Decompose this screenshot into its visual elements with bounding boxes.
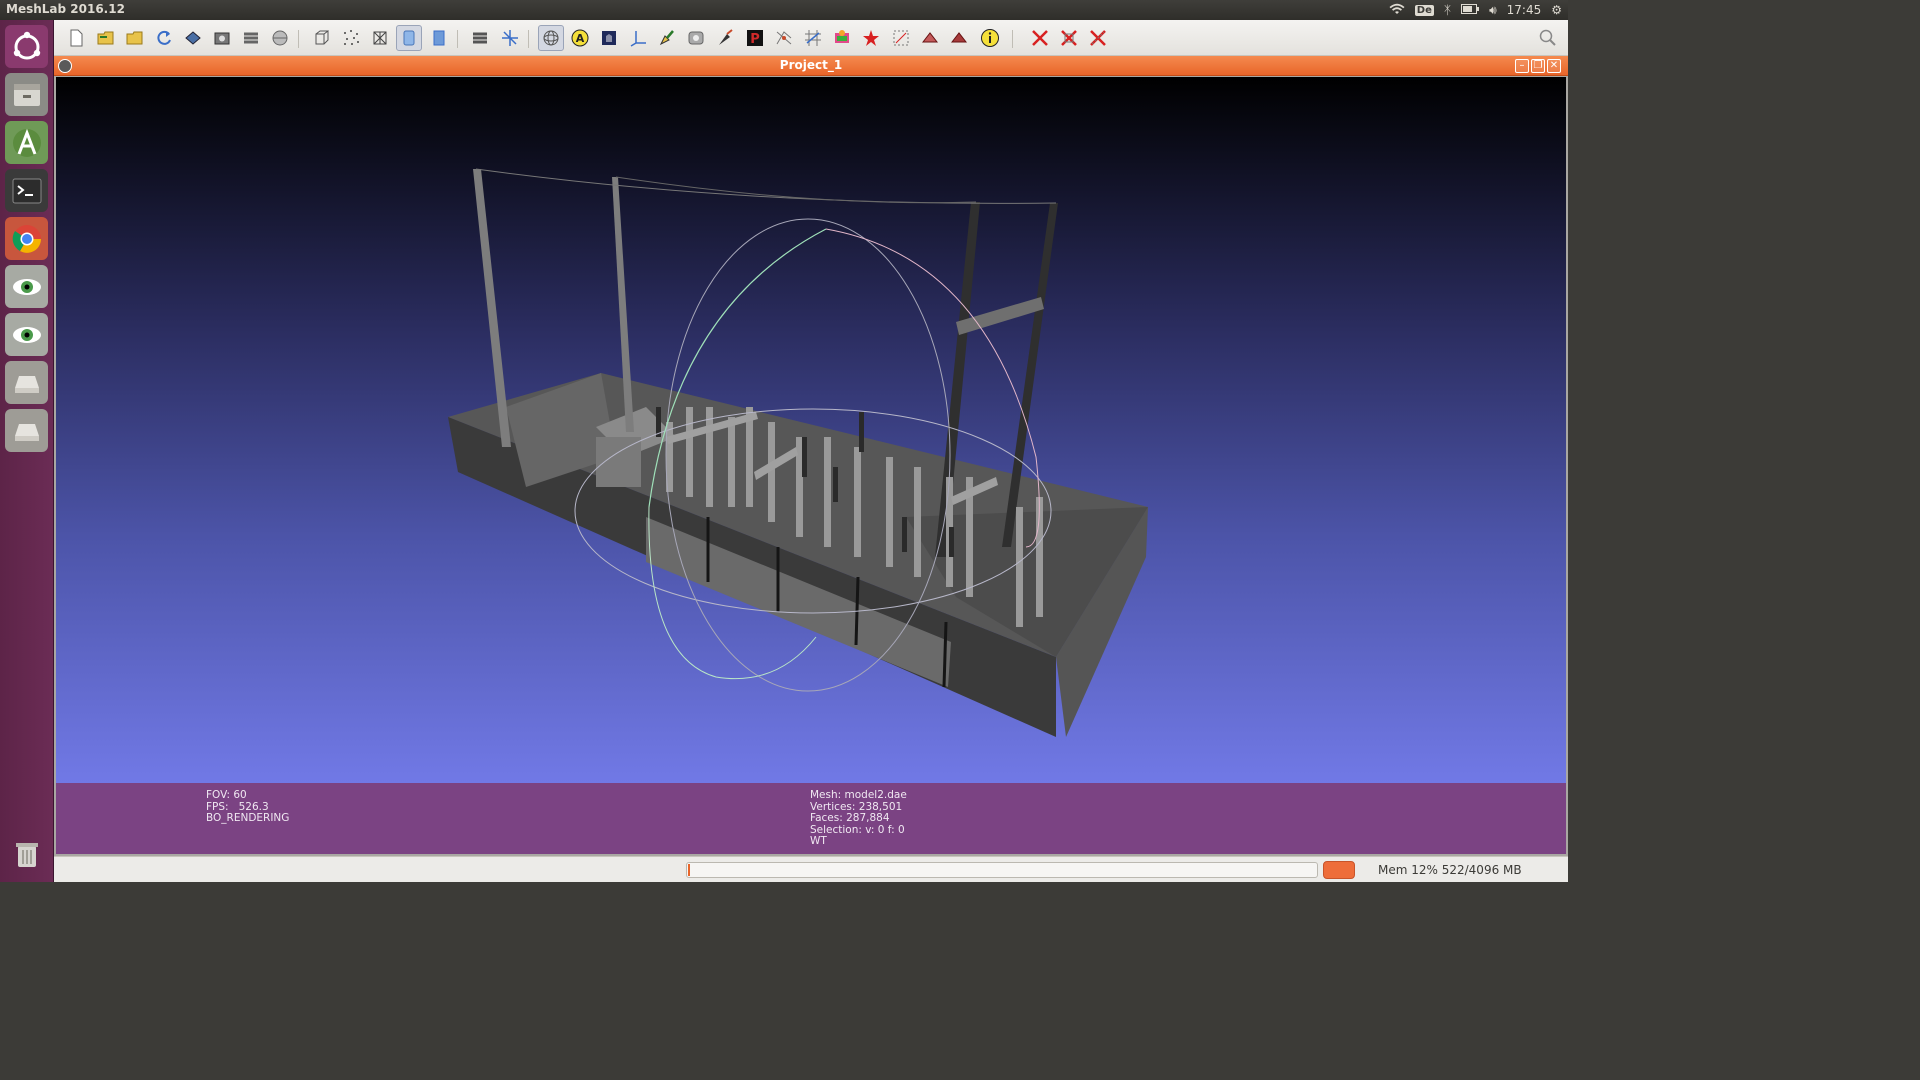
brush-icon[interactable] — [683, 25, 709, 51]
axes-icon[interactable] — [497, 25, 523, 51]
close-icon[interactable]: ✕ — [1547, 59, 1561, 73]
minimize-icon[interactable]: – — [1515, 59, 1529, 73]
render-info: FOV: 60 FPS: 526.3 BO_RENDERING — [206, 789, 290, 825]
smooth-icon[interactable] — [396, 25, 422, 51]
status-bar: Mem 12% 522/4096 MB — [54, 856, 1568, 882]
mesh-render — [448, 168, 1148, 737]
decorations-icon[interactable] — [467, 25, 493, 51]
trackball-icon[interactable] — [538, 25, 564, 51]
bounding-box-icon[interactable] — [309, 25, 335, 51]
volume-icon[interactable]: 🔊︎ — [1489, 3, 1497, 18]
layers-icon[interactable] — [238, 25, 264, 51]
android-studio-icon[interactable] — [5, 121, 48, 164]
3d-viewport[interactable] — [56, 77, 1566, 783]
new-project-icon[interactable] — [63, 25, 89, 51]
top-panel: MeshLab 2016.12 De ᛡ 🔊︎ 17:45 ⚙ — [0, 0, 1568, 20]
bluetooth-icon[interactable]: ᛡ — [1444, 3, 1451, 17]
clock[interactable]: 17:45 — [1507, 3, 1542, 17]
wireframe-icon[interactable] — [367, 25, 393, 51]
delete-faces-icon[interactable] — [1056, 25, 1082, 51]
delete-selection-icon[interactable] — [1085, 25, 1111, 51]
search-icon[interactable] — [1535, 25, 1561, 51]
drive-icon[interactable] — [5, 409, 48, 452]
render-flags: WT — [810, 835, 827, 847]
delete-vertices-icon[interactable] — [1027, 25, 1053, 51]
keyboard-layout-indicator[interactable]: De — [1414, 4, 1434, 16]
normals-icon[interactable] — [625, 25, 651, 51]
quality-icon[interactable] — [596, 25, 622, 51]
project-window-title: Project_1 — [779, 58, 843, 72]
select-faces-icon[interactable] — [888, 25, 914, 51]
files-icon[interactable] — [5, 73, 48, 116]
svg-text:P: P — [750, 32, 760, 47]
main-toolbar: A P — [54, 20, 1568, 56]
settings-gear-icon[interactable]: ⚙ — [1551, 3, 1562, 17]
svg-text:A: A — [576, 32, 585, 45]
system-tray: De ᛡ 🔊︎ 17:45 ⚙ — [1389, 0, 1568, 20]
align-icon[interactable]: P — [742, 25, 768, 51]
save-snapshot-icon[interactable] — [180, 25, 206, 51]
color-icon[interactable] — [800, 25, 826, 51]
memory-usage-text: Mem 12% 522/4096 MB — [1378, 863, 1522, 877]
face-count: Faces: 287,884 — [810, 812, 890, 824]
points-icon[interactable] — [338, 25, 364, 51]
open-project-icon[interactable] — [93, 25, 119, 51]
wifi-icon[interactable] — [1389, 3, 1405, 18]
georef-icon[interactable] — [829, 25, 855, 51]
progress-fill — [688, 864, 690, 876]
render-mode-readout: BO_RENDERING — [206, 812, 290, 824]
project-window-titlebar[interactable]: Project_1 – ❐ ✕ — [54, 56, 1568, 76]
memory-usage-bar — [1323, 861, 1355, 879]
mesh-info: Mesh: model2.dae Vertices: 238,501 Faces… — [810, 789, 907, 848]
drive-icon[interactable] — [5, 361, 48, 404]
eye-of-gnome-icon[interactable] — [5, 313, 48, 356]
terminal-icon[interactable] — [5, 169, 48, 212]
lights-icon[interactable] — [267, 25, 293, 51]
app-title: MeshLab 2016.12 — [6, 2, 125, 16]
screenshot-icon[interactable] — [209, 25, 235, 51]
measure-icon[interactable] — [771, 25, 797, 51]
info-icon[interactable] — [977, 25, 1003, 51]
reload-icon[interactable] — [151, 25, 177, 51]
progress-bar — [686, 862, 1318, 878]
mdi-area: Project_1 – ❐ ✕ FOV: 60 FPS: 526.3 BO_RE… — [54, 56, 1568, 856]
select-by-color-icon[interactable] — [946, 25, 972, 51]
info-overlay: FOV: 60 FPS: 526.3 BO_RENDERING Mesh: mo… — [56, 783, 1566, 854]
annotation-icon[interactable]: A — [567, 25, 593, 51]
trash-icon[interactable] — [5, 832, 48, 875]
pick-points-icon[interactable] — [712, 25, 738, 51]
paint-icon[interactable] — [654, 25, 680, 51]
battery-icon[interactable] — [1461, 3, 1480, 17]
ubuntu-dash-icon[interactable] — [5, 25, 48, 68]
launcher — [0, 20, 54, 882]
open-mesh-icon[interactable] — [122, 25, 148, 51]
mesh-name: Mesh: model2.dae — [810, 789, 907, 801]
eye-of-gnome-icon[interactable] — [5, 265, 48, 308]
select-vertices-icon[interactable] — [858, 25, 884, 51]
fov-readout: FOV: 60 — [206, 789, 247, 801]
restore-icon[interactable]: ❐ — [1531, 59, 1545, 73]
select-connected-icon[interactable] — [917, 25, 943, 51]
flat-icon[interactable] — [426, 25, 452, 51]
chrome-icon[interactable] — [5, 217, 48, 260]
